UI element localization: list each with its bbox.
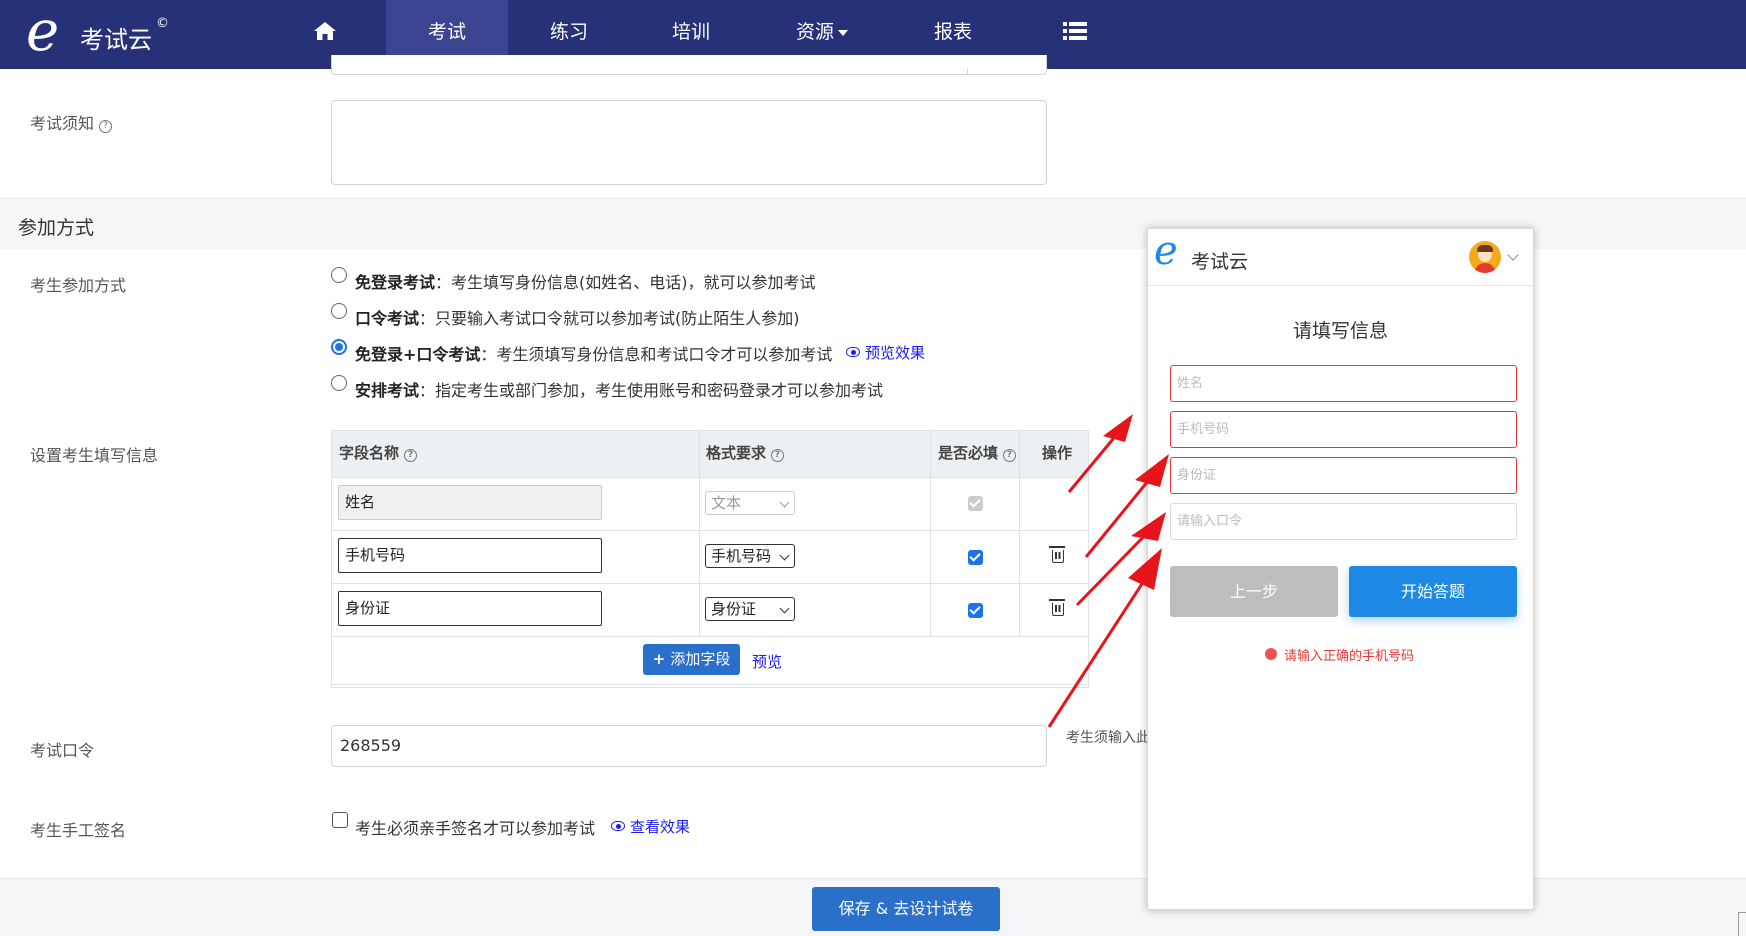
- field-name-input: 姓名: [338, 485, 602, 520]
- phone-header-divider: [1148, 285, 1533, 286]
- phone-title: 请填写信息: [1292, 320, 1388, 342]
- option-scheduled: 安排考试：指定考生或部门参加，考生使用账号和密码登录才可以参加考试: [355, 381, 884, 400]
- option-no-login-password: 免登录+口令考试：考生须填写身份信息和考试口令才可以参加考试: [355, 345, 833, 364]
- mobile-preview: e 考试云 请填写信息 姓名 手机号码 身份证 请输入口令 上一步 开始答题 请…: [1147, 228, 1534, 910]
- nav-item-resources-label: 资源: [795, 21, 834, 43]
- col-divider: [1019, 431, 1020, 637]
- eye-icon: [846, 347, 860, 357]
- help-icon[interactable]: ?: [404, 449, 418, 462]
- header-action: 操作: [1042, 444, 1073, 462]
- phone-error-message: 请输入正确的手机号码: [1284, 649, 1415, 664]
- row-divider: [332, 684, 1088, 685]
- add-field-button[interactable]: + 添加字段: [643, 644, 740, 675]
- divider: [967, 69, 968, 75]
- list-icon: [1063, 21, 1087, 40]
- row-divider: [332, 477, 1088, 478]
- field-name-input[interactable]: 手机号码: [338, 538, 602, 573]
- signature-option: 考生必须亲手签名才可以参加考试: [355, 819, 596, 838]
- corner-widget: [1738, 912, 1746, 936]
- radio-no-login-password[interactable]: [331, 339, 347, 355]
- row-divider: [332, 530, 1088, 531]
- option-password: 口令考试：只要输入考试口令就可以参加考试(防止陌生人参加): [355, 309, 800, 328]
- format-select[interactable]: 身份证: [705, 597, 795, 621]
- notice-label: 考试须知?: [30, 110, 113, 134]
- nav-menu[interactable]: [1045, 0, 1105, 69]
- save-design-button[interactable]: 保存 & 去设计试卷: [812, 887, 1000, 931]
- phone-logo-icon: e: [1154, 228, 1178, 274]
- user-avatar-icon[interactable]: [1469, 241, 1501, 273]
- format-select[interactable]: 手机号码: [705, 544, 795, 568]
- trash-icon[interactable]: [1049, 599, 1065, 616]
- eye-icon: [611, 821, 625, 831]
- signature-checkbox[interactable]: [332, 812, 348, 828]
- required-checkbox[interactable]: [968, 550, 983, 565]
- radio-password[interactable]: [331, 303, 347, 319]
- home-icon: [314, 21, 336, 40]
- table-preview-link[interactable]: 预览: [752, 651, 782, 672]
- required-checkbox: [968, 496, 983, 511]
- help-icon[interactable]: ?: [1003, 449, 1017, 462]
- signature-label: 考生手工签名: [30, 821, 127, 840]
- col-divider: [699, 431, 700, 637]
- phone-id-input[interactable]: 身份证: [1170, 457, 1517, 494]
- phone-name-input[interactable]: 姓名: [1170, 365, 1517, 402]
- fields-label: 设置考生填写信息: [30, 446, 159, 465]
- option-no-login: 免登录考试：考生填写身份信息(如姓名、电话)，就可以参加考试: [355, 273, 816, 292]
- view-effect-link[interactable]: 查看效果: [611, 816, 690, 837]
- row-divider: [332, 636, 1088, 637]
- phone-prev-button[interactable]: 上一步: [1170, 566, 1338, 617]
- phone-logo-text: 考试云: [1191, 251, 1249, 273]
- plus-icon: +: [652, 650, 671, 668]
- join-method-label: 考生参加方式: [30, 276, 127, 295]
- radio-no-login[interactable]: [331, 267, 347, 283]
- phone-password-input[interactable]: 请输入口令: [1170, 503, 1517, 540]
- chevron-down-icon: [779, 550, 790, 561]
- logo-icon[interactable]: e: [26, 4, 59, 60]
- phone-start-button[interactable]: 开始答题: [1349, 566, 1517, 617]
- header-format: 格式要求?: [706, 430, 785, 477]
- password-input[interactable]: 268559: [331, 725, 1047, 767]
- help-icon[interactable]: ?: [99, 120, 113, 133]
- error-dot-icon: [1265, 648, 1277, 660]
- field-name-input[interactable]: 身份证: [338, 591, 602, 626]
- format-select: 文本: [705, 491, 795, 515]
- section-title: 参加方式: [18, 217, 95, 239]
- header-field-name: 字段名称?: [339, 430, 418, 477]
- phone-mobile-input[interactable]: 手机号码: [1170, 411, 1517, 448]
- chevron-down-icon: [779, 603, 790, 614]
- col-divider: [930, 431, 931, 637]
- chevron-down-icon[interactable]: [1507, 249, 1519, 261]
- password-hint: 考生须输入此: [1066, 730, 1150, 746]
- required-checkbox[interactable]: [968, 603, 983, 618]
- trash-icon[interactable]: [1049, 546, 1065, 563]
- help-icon[interactable]: ?: [771, 449, 785, 462]
- preview-effect-link[interactable]: 预览效果: [846, 342, 925, 363]
- logo-text[interactable]: 考试云: [80, 20, 152, 55]
- logo-copyright: ©: [156, 16, 169, 31]
- password-label: 考试口令: [30, 741, 95, 760]
- header-required: 是否必填?: [938, 430, 1017, 477]
- chevron-down-icon: [779, 497, 790, 508]
- caret-down-icon: [838, 29, 848, 36]
- row-divider: [332, 583, 1088, 584]
- notice-textarea[interactable]: [331, 100, 1047, 185]
- previous-field-partial[interactable]: [331, 55, 1047, 75]
- radio-scheduled[interactable]: [331, 375, 347, 391]
